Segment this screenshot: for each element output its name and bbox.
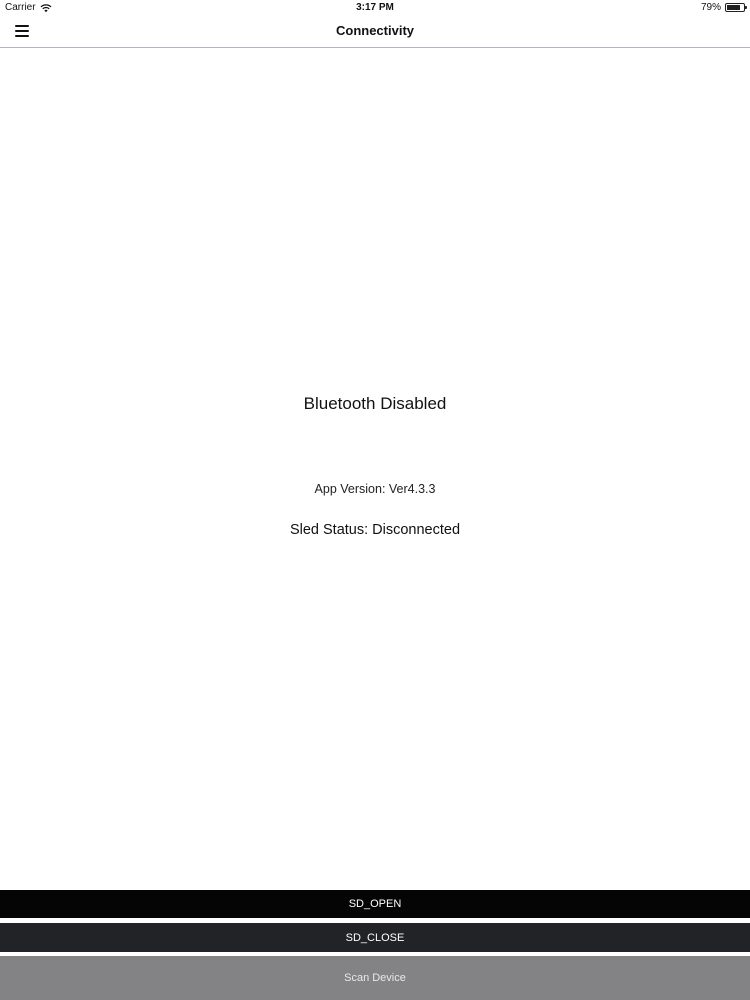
connectivity-screen: Carrier 3:17 PM 79% Connectivity Bluetoo…: [0, 0, 750, 1000]
sled-status-label: Sled Status: Disconnected: [289, 522, 461, 538]
bluetooth-status-label: Bluetooth Disabled: [303, 394, 447, 413]
status-right: 79%: [700, 2, 747, 13]
page-title: Connectivity: [335, 23, 414, 38]
sd-open-button[interactable]: SD_OPEN: [0, 890, 750, 918]
battery-icon: [725, 3, 747, 12]
navigation-bar: Connectivity: [0, 16, 750, 48]
scan-device-button[interactable]: Scan Device: [0, 956, 750, 1000]
status-bar: Carrier 3:17 PM 79%: [0, 0, 750, 16]
app-version-label: App Version: Ver4.3.3: [314, 482, 436, 496]
battery-percent: 79%: [700, 2, 721, 13]
sd-close-button[interactable]: SD_CLOSE: [0, 923, 750, 952]
status-time: 3:17 PM: [356, 2, 394, 13]
battery-fill: [727, 5, 740, 10]
